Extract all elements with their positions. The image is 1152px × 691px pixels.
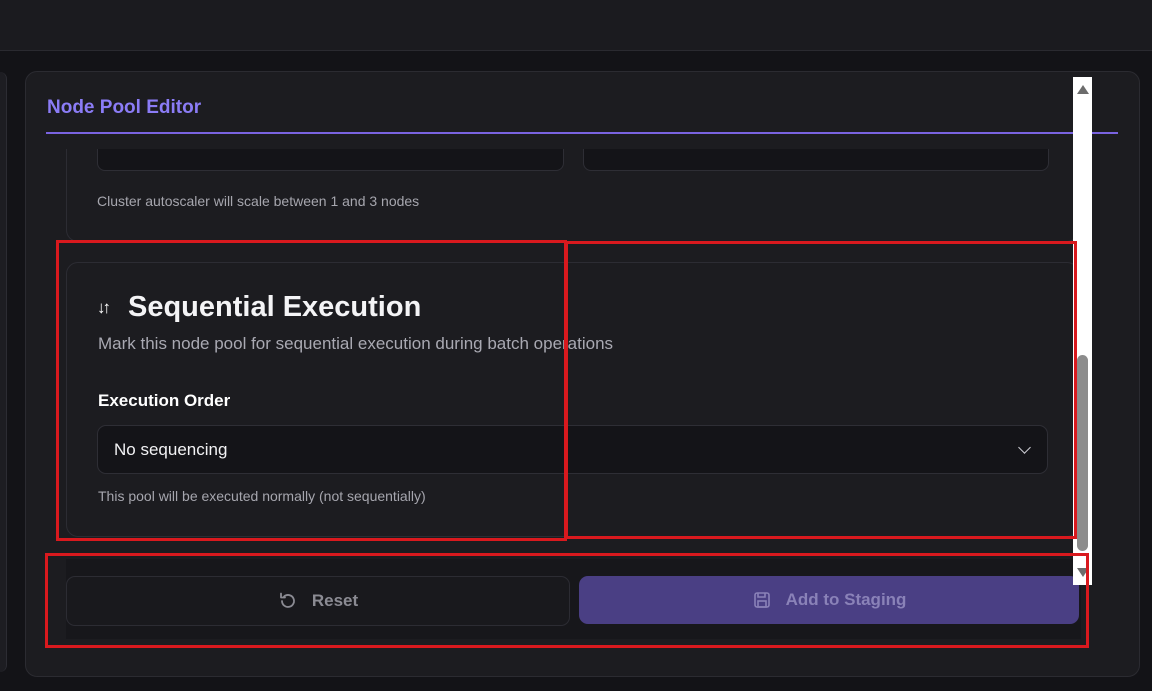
title-underline: [46, 132, 1118, 134]
sort-arrows-icon: ↓↑: [97, 298, 111, 317]
left-panel-edge: [0, 72, 7, 672]
add-to-staging-label: Add to Staging: [785, 590, 907, 609]
save-icon: [752, 590, 772, 610]
add-to-staging-button[interactable]: Add to Staging: [579, 576, 1079, 624]
autoscaler-helper-text: Cluster autoscaler will scale between 1 …: [97, 193, 420, 209]
section-title: Sequential Execution: [128, 291, 422, 323]
scrollbar-thumb[interactable]: [1077, 355, 1088, 551]
reset-button[interactable]: Reset: [66, 576, 570, 626]
max-nodes-input[interactable]: ·: [583, 149, 1049, 171]
sequential-execution-card: ↓↑ Sequential Execution Mark this node p…: [66, 262, 1079, 537]
reset-icon: [278, 591, 298, 611]
execution-order-value: No sequencing: [114, 440, 228, 459]
execution-order-helper: This pool will be executed normally (not…: [98, 488, 426, 504]
node-pool-editor-panel: Node Pool Editor · · Cluster autoscaler …: [25, 71, 1140, 677]
scroll-up-arrow-icon[interactable]: [1077, 85, 1089, 94]
vertical-scrollbar[interactable]: [1073, 77, 1092, 585]
chevron-down-icon: [1018, 441, 1031, 454]
top-bar: [0, 0, 1152, 51]
execution-order-label: Execution Order: [98, 391, 231, 410]
reset-label: Reset: [311, 591, 359, 610]
editor-title: Node Pool Editor: [47, 97, 202, 118]
section-description: Mark this node pool for sequential execu…: [98, 334, 614, 353]
autoscaler-card: · · Cluster autoscaler will scale betwee…: [66, 149, 1079, 242]
editor-footer: Reset Add to Staging: [66, 559, 1081, 639]
scroll-down-arrow-icon[interactable]: [1077, 568, 1089, 577]
execution-order-select[interactable]: No sequencing: [97, 425, 1048, 474]
min-nodes-input[interactable]: ·: [97, 149, 564, 171]
